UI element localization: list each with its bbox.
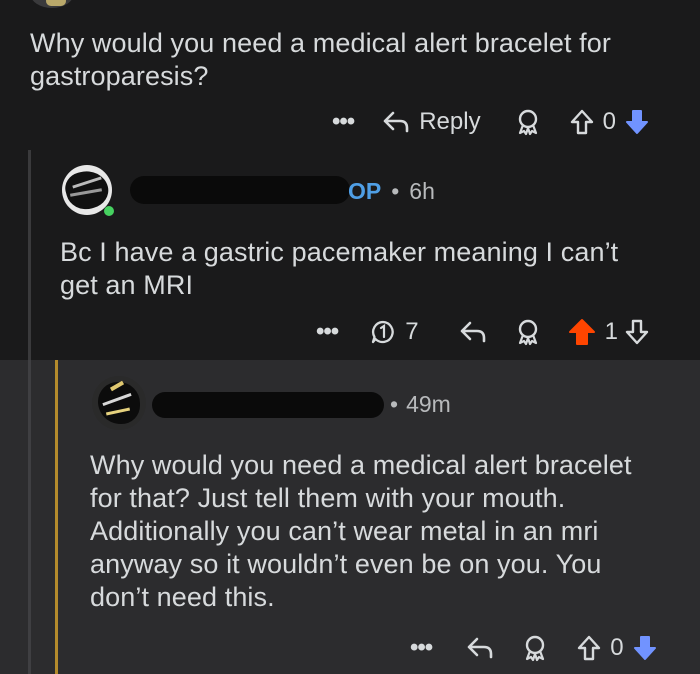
vote-score: 0 <box>602 108 616 135</box>
comment-3-line-5: don’t need this. <box>90 582 275 612</box>
comment-1-line-2: gastroparesis? <box>30 61 209 91</box>
comment-3-actions: ••• 0 <box>410 632 658 664</box>
comment-2-body: Bc I have a gastric pacemaker meaning I … <box>60 236 618 302</box>
comment-2-line-2: get an MRI <box>60 270 194 300</box>
downvote-icon[interactable] <box>624 318 650 346</box>
meta-separator: • <box>391 178 400 204</box>
redacted-username <box>130 176 350 204</box>
comment-age: 6h <box>409 178 435 204</box>
award-icon[interactable] <box>522 634 548 662</box>
parent-avatar[interactable] <box>30 0 74 8</box>
upvote-icon[interactable] <box>569 108 595 136</box>
thread-line[interactable] <box>28 150 31 360</box>
vote-score: 0 <box>610 634 624 661</box>
comment-3-meta: • 49m <box>390 391 451 418</box>
comment-2-line-1: Bc I have a gastric pacemaker meaning I … <box>60 237 619 267</box>
comment-1-line-1: Why would you need a medical alert brace… <box>30 28 611 58</box>
meta-separator: • <box>390 391 399 417</box>
reply-button[interactable]: Reply <box>382 108 481 136</box>
comment-1-body: Why would you need a medical alert brace… <box>30 27 611 93</box>
redacted-username <box>152 392 384 418</box>
award-icon[interactable] <box>515 108 541 136</box>
comment-age: 49m <box>406 391 451 417</box>
comment-3-line-3: Additionally you can’t wear metal in an … <box>90 516 599 546</box>
reply-label: Reply <box>419 108 481 135</box>
replies-button[interactable]: 7 <box>370 318 419 346</box>
comment-2-meta: OP • 6h <box>348 178 435 205</box>
reply-icon[interactable] <box>459 320 487 344</box>
comment-3-line-4: anyway so it wouldn’t even be on you. Yo… <box>90 549 602 579</box>
more-options-button[interactable]: ••• <box>410 634 433 662</box>
more-options-button[interactable]: ••• <box>332 108 355 136</box>
op-badge: OP <box>348 178 382 204</box>
reply-icon[interactable] <box>466 636 494 660</box>
upvote-icon[interactable] <box>567 318 597 346</box>
comment-3-line-1: Why would you need a medical alert brace… <box>90 450 632 480</box>
more-options-button[interactable]: ••• <box>316 318 339 346</box>
comment-3-body: Why would you need a medical alert brace… <box>90 449 632 614</box>
commenter-avatar[interactable] <box>92 376 146 430</box>
comment-2-actions: ••• 7 1 <box>316 316 650 348</box>
thread-line[interactable] <box>28 360 31 674</box>
comment-1-actions: ••• Reply 0 <box>332 106 650 138</box>
reply-icon <box>382 110 410 134</box>
downvote-icon[interactable] <box>632 634 658 662</box>
chat-bubble-icon <box>370 319 396 345</box>
highlight-thread-line <box>55 360 58 674</box>
award-icon[interactable] <box>515 318 541 346</box>
comment-3-line-2: for that? Just tell them with your mouth… <box>90 483 566 513</box>
upvote-icon[interactable] <box>576 634 602 662</box>
vote-score: 1 <box>604 318 618 345</box>
online-status-indicator <box>104 206 114 216</box>
downvote-icon[interactable] <box>624 108 650 136</box>
reply-count: 7 <box>405 318 419 345</box>
